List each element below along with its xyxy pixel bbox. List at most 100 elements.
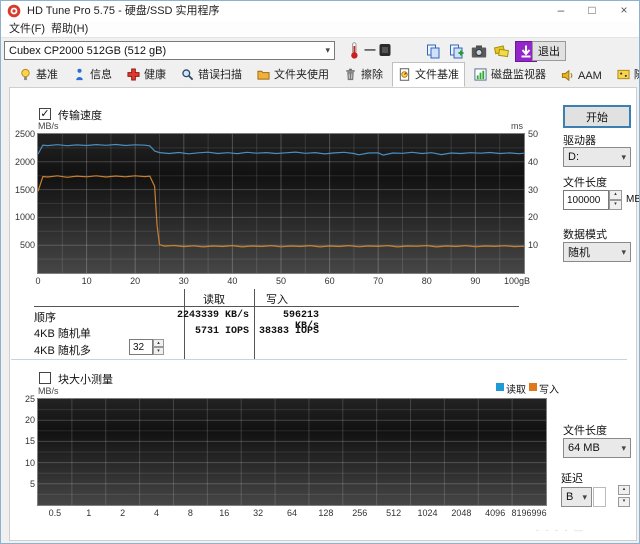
spin-down-button[interactable]: ▾ [153,347,164,355]
start-button[interactable]: 开始 [563,105,631,128]
row-label-sequential: 顺序 [34,309,56,325]
tab-label: 文件基准 [415,66,459,82]
main-chart-y2-unit: ms [501,121,523,131]
4kb-single-write-value: 38383 IOPS [259,326,319,337]
axis-tick-label: 70 [356,276,400,286]
tab-label: 错误扫描 [198,66,242,82]
axis-tick-label: 0 [16,276,60,286]
tab-disk-monitor[interactable]: 磁盘监视器 [468,62,552,87]
transfer-speed-checkbox[interactable]: ✓ [39,108,51,120]
green-chart-icon [474,68,487,81]
info-person-icon [73,68,86,81]
delay-spin-up: ▴ [618,485,630,495]
tab-random-access[interactable]: 随机访问 [611,62,640,87]
delay-value-box[interactable] [593,487,606,507]
transfer-speed-chart-svg [38,134,524,273]
axis-tick-label: 40 [210,276,254,286]
file-length-input[interactable]: 100000 [563,190,609,210]
menu-help[interactable]: 帮助(H) [47,21,92,37]
spin-down-button[interactable]: ▾ [609,200,622,210]
table-divider [184,289,185,359]
chevron-down-icon: ▾ [621,247,626,258]
axis-tick-label: 10 [528,240,538,250]
axis-tick-label: 5 [3,479,35,489]
options-button[interactable] [492,42,512,61]
axis-tick-label: 30 [162,276,206,286]
copy-text-button[interactable] [446,42,466,61]
tab-label: AAM [578,70,602,82]
speaker-icon [561,69,574,82]
tab-benchmark[interactable]: 基准 [13,62,64,87]
app-logo-icon [7,4,21,18]
tab-label: 信息 [90,66,112,82]
copy-screenshot-button[interactable] [423,42,443,61]
axis-tick-label: 15 [3,436,35,446]
file-length-unit: MB [626,194,640,205]
tab-folder-usage[interactable]: 文件夹使用 [251,62,335,87]
disabled-marks: - - - - — [536,525,585,535]
block-chart-y-unit: MB/s [38,386,59,396]
copy-pages-plus-icon [449,44,464,59]
drive-label: 驱动器 [563,132,596,148]
tab-erase[interactable]: 擦除 [338,62,389,87]
block-file-length-select[interactable]: 64 MB ▾ [563,438,631,458]
tab-label: 随机访问 [634,66,640,82]
chevron-down-icon: ▾ [621,152,626,163]
delay-spin-down: ▾ [618,497,630,507]
axis-tick-label: 25 [3,394,35,404]
drive-select[interactable]: D: ▾ [563,147,631,167]
tab-file-benchmark[interactable]: 文件基准 [392,62,465,87]
transfer-speed-chart [37,133,525,274]
taskbar-temperature-icon [379,43,391,57]
block-size-checkbox[interactable] [39,372,51,384]
axis-tick-label: 30 [528,185,538,195]
axis-tick-label: 2500 [3,129,35,139]
close-button[interactable]: × [609,1,639,21]
axis-tick-label: 90 [453,276,497,286]
delay-label: 延迟 [561,470,583,486]
queue-depth-input[interactable]: 32 [129,339,153,355]
exit-button[interactable]: 退出 [532,41,566,61]
spin-down-button[interactable]: ▾ [618,497,630,507]
hd-tune-window: HD Tune Pro 5.75 - 硬盘/SSD 实用程序 – □ × 文件(… [0,0,640,544]
drive-select-value: D: [568,151,579,163]
random-access-icon [617,68,630,81]
file-length-spinner: ▴ ▾ [609,190,622,210]
spin-up-button[interactable]: ▴ [618,485,630,495]
axis-tick-label: 20 [113,276,157,286]
transfer-speed-label: 传输速度 [58,107,102,123]
toolbar: Cubex CP2000 512GB (512 gB) ▾ — [1,37,639,64]
tab-label: 擦除 [361,66,383,82]
tab-label: 健康 [144,66,166,82]
col-header-read: 读取 [203,291,225,307]
queue-depth-spinner: ▴ ▾ [153,339,164,355]
minimize-button[interactable]: – [547,1,575,21]
title-bar: HD Tune Pro 5.75 - 硬盘/SSD 实用程序 – □ × [1,1,639,21]
axis-tick-label: 8196996 [503,508,555,518]
tab-info[interactable]: 信息 [67,62,118,87]
tab-aam[interactable]: AAM [555,65,608,87]
thermometer-icon [349,42,360,59]
axis-tick-label: 1000 [3,212,35,222]
drive-combobox[interactable]: Cubex CP2000 512GB (512 gB) ▾ [4,41,335,60]
checkmark-icon: ✓ [40,108,49,120]
data-mode-label: 数据模式 [563,226,607,242]
spin-up-button[interactable]: ▴ [153,339,164,347]
axis-tick-label: 10 [3,458,35,468]
delay-select[interactable]: B ▾ [561,487,592,507]
block-file-length-label: 文件长度 [563,422,607,438]
spin-up-button[interactable]: ▴ [609,190,622,200]
window-title: HD Tune Pro 5.75 - 硬盘/SSD 实用程序 [27,1,220,21]
axis-tick-label: 500 [3,240,35,250]
axis-tick-label: 20 [528,212,538,222]
tab-health[interactable]: 健康 [121,62,172,87]
data-mode-select[interactable]: 随机 ▾ [563,242,631,262]
menu-file[interactable]: 文件(F) [5,21,49,37]
section-separator [11,359,627,360]
tab-error-scan[interactable]: 错误扫描 [175,62,248,87]
legend-write-swatch [529,383,537,391]
lightbulb-icon [19,68,32,81]
chevron-down-icon: ▾ [582,492,587,503]
maximize-button[interactable]: □ [578,1,606,21]
save-screenshot-button[interactable] [469,42,489,61]
